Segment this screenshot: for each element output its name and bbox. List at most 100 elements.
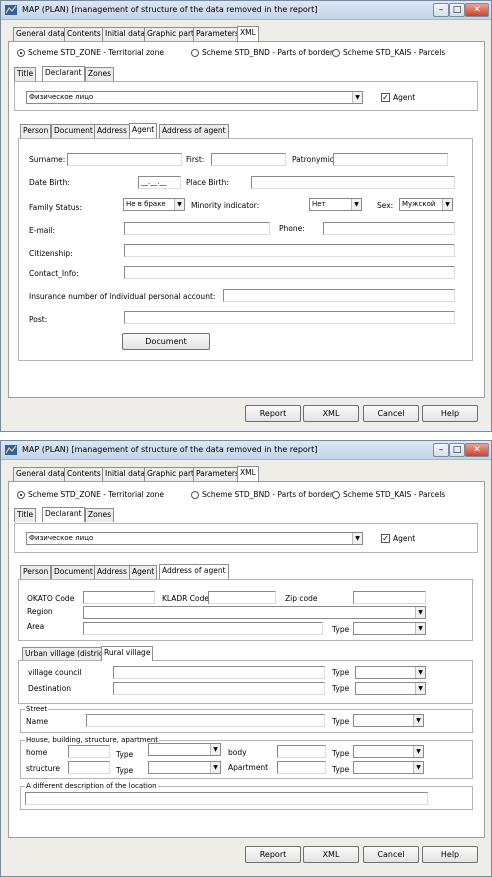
home-input[interactable] (68, 745, 110, 758)
body-type-label: Type (332, 749, 350, 758)
destination-input[interactable] (113, 682, 325, 695)
agent-checkbox[interactable]: ✓ (381, 93, 390, 102)
tab-general-data[interactable]: General data (13, 27, 68, 41)
innertab-document[interactable]: Document (51, 565, 96, 579)
subtab-declarant[interactable]: Declarant (42, 507, 85, 522)
innertab-address-of-agent[interactable]: Address of agent (159, 564, 229, 579)
village-tab-urban[interactable]: Urban village (district) (22, 647, 112, 661)
structure-input[interactable] (68, 761, 110, 774)
help-button[interactable]: Help (422, 405, 478, 422)
innertab-address-of-agent[interactable]: Address of agent (159, 124, 229, 138)
apartment-type-select[interactable]: ▼ (353, 761, 424, 774)
minimize-button[interactable]: – (433, 443, 449, 457)
close-button[interactable]: ✕ (465, 3, 489, 17)
report-button[interactable]: Report (245, 846, 301, 863)
tab-initial-data[interactable]: Initial data (102, 467, 149, 481)
patronymic-input[interactable] (333, 153, 448, 166)
date-birth-input[interactable]: __.__.__ (138, 176, 181, 189)
destination-type-select[interactable]: ▼ (355, 682, 426, 695)
structure-type-select[interactable]: ▼ (148, 761, 221, 774)
first-name-label: First: (186, 155, 205, 164)
scheme-bnd-label: Scheme STD_BND - Parts of border (202, 48, 333, 57)
structure-label: structure (26, 764, 61, 773)
innertab-person[interactable]: Person (20, 565, 52, 579)
declarant-type-select[interactable]: Физическое лицо ▼ (26, 532, 363, 545)
family-status-select[interactable]: Не в браке ▼ (123, 198, 185, 211)
cancel-button[interactable]: Cancel (363, 405, 419, 422)
subtab-title[interactable]: Title (14, 508, 37, 522)
okato-input[interactable] (83, 591, 155, 604)
post-input[interactable] (124, 311, 455, 324)
kladr-input[interactable] (208, 591, 276, 604)
agent-checkbox[interactable]: ✓ (381, 534, 390, 543)
village-type-select[interactable]: ▼ (355, 666, 426, 679)
sex-select[interactable]: Мужской ▼ (399, 198, 453, 211)
email-input[interactable] (124, 222, 270, 235)
document-button[interactable]: Document (122, 333, 210, 350)
chevron-down-icon: ▼ (413, 762, 423, 773)
citizenship-input[interactable] (124, 244, 455, 257)
first-name-input[interactable] (211, 153, 286, 166)
street-name-input[interactable] (86, 714, 325, 727)
maximize-button[interactable]: □ (449, 443, 465, 457)
declarant-type-select[interactable]: Физическое лицо ▼ (26, 91, 363, 104)
tab-xml[interactable]: XML (237, 26, 259, 41)
report-button[interactable]: Report (245, 405, 301, 422)
other-location-input[interactable] (25, 792, 428, 805)
help-button[interactable]: Help (422, 846, 478, 863)
innertab-address[interactable]: Address (94, 124, 130, 138)
tab-initial-data[interactable]: Initial data (102, 27, 149, 41)
minimize-button[interactable]: – (433, 3, 449, 17)
subtab-title[interactable]: Title (14, 67, 37, 81)
subtab-declarant[interactable]: Declarant (42, 66, 85, 81)
tab-parameters[interactable]: Parameters (193, 27, 242, 41)
contact-info-input[interactable] (124, 266, 455, 279)
scheme-zone-radio[interactable] (17, 49, 25, 57)
tab-xml[interactable]: XML (237, 466, 259, 481)
maximize-button[interactable]: □ (449, 3, 465, 17)
insurance-input[interactable] (223, 289, 455, 302)
close-button[interactable]: ✕ (465, 443, 489, 457)
innertab-document[interactable]: Document (51, 124, 96, 138)
house-group-caption: House, building, structure, apartment (25, 736, 160, 744)
tab-general-data[interactable]: General data (13, 467, 68, 481)
tab-contents[interactable]: Contents (64, 467, 104, 481)
body-type-select[interactable]: ▼ (353, 745, 424, 758)
village-council-input[interactable] (113, 666, 325, 679)
apartment-input[interactable] (277, 761, 326, 774)
scheme-bnd-radio[interactable] (191, 491, 199, 499)
tab-graphic-part[interactable]: Graphic part (144, 467, 197, 481)
surname-input[interactable] (67, 153, 182, 166)
tab-graphic-part[interactable]: Graphic part (144, 27, 197, 41)
minority-select[interactable]: Нет ▼ (309, 198, 362, 211)
area-input[interactable] (83, 622, 323, 635)
innertab-address[interactable]: Address (94, 565, 130, 579)
region-select[interactable]: ▼ (83, 606, 426, 619)
subtab-zones[interactable]: Zones (85, 508, 115, 522)
innertab-agent[interactable]: Agent (129, 123, 158, 138)
xml-button[interactable]: XML (303, 405, 359, 422)
innertab-person[interactable]: Person (20, 124, 52, 138)
cancel-button[interactable]: Cancel (363, 846, 419, 863)
village-tab-rural[interactable]: Rural village (101, 646, 154, 661)
other-location-caption: A different description of the location (25, 782, 158, 790)
innertab-agent[interactable]: Agent (129, 565, 158, 579)
home-type-select[interactable]: ▼ (148, 743, 221, 756)
zip-input[interactable] (353, 591, 426, 604)
place-birth-input[interactable] (251, 176, 455, 189)
subtab-zones[interactable]: Zones (85, 67, 115, 81)
okato-label: OKATO Code (27, 594, 75, 603)
scheme-zone-radio[interactable] (17, 491, 25, 499)
body-input[interactable] (277, 745, 326, 758)
phone-input[interactable] (323, 222, 455, 235)
scheme-kais-radio[interactable] (332, 49, 340, 57)
scheme-bnd-radio[interactable] (191, 49, 199, 57)
kladr-label: KLADR Code (162, 594, 209, 603)
tab-parameters[interactable]: Parameters (193, 467, 242, 481)
area-type-select[interactable]: ▼ (353, 622, 426, 635)
xml-button[interactable]: XML (303, 846, 359, 863)
tab-contents[interactable]: Contents (64, 27, 104, 41)
place-birth-label: Place Birth: (186, 178, 229, 187)
street-type-select[interactable]: ▼ (353, 714, 424, 727)
scheme-kais-radio[interactable] (332, 491, 340, 499)
